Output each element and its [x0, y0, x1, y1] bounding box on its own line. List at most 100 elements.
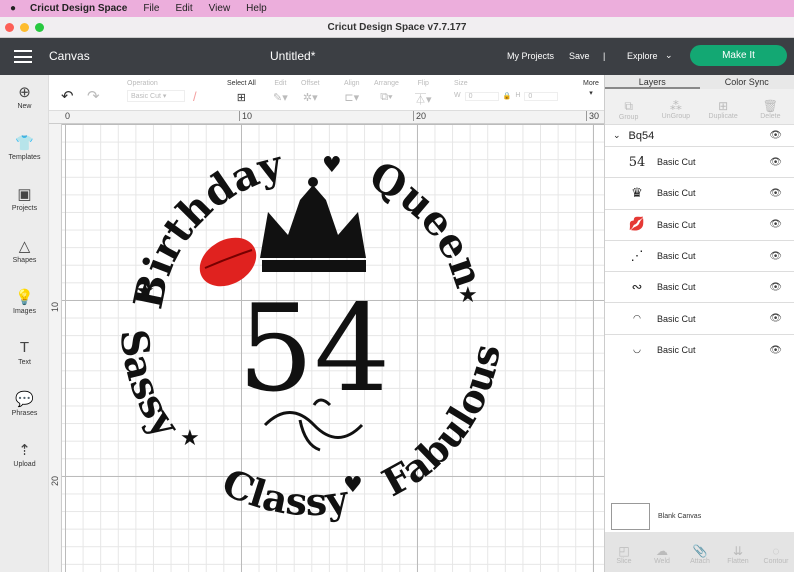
- layer-item[interactable]: ∾ Basic Cut 👁: [605, 272, 794, 304]
- sidebar-new[interactable]: ⊕ New: [0, 83, 49, 110]
- minimize-button[interactable]: [20, 23, 29, 32]
- layer-item[interactable]: ◜◝ Basic Cut 👁: [605, 303, 794, 335]
- sidebar-label: Upload: [13, 461, 36, 468]
- layer-item[interactable]: ♛ Basic Cut 👁: [605, 178, 794, 210]
- layer-label: Basic Cut: [657, 313, 696, 324]
- eye-icon[interactable]: 👁: [769, 313, 782, 324]
- layer-thumbnail: 💋: [628, 217, 646, 233]
- layer-group[interactable]: ⌄ Bq54 👁: [605, 125, 794, 147]
- arrange-button[interactable]: Arrange ⧉▾: [374, 80, 399, 104]
- sidebar-text[interactable]: T Text: [0, 339, 49, 366]
- birthday-queen-design[interactable]: Birthday Queen Sassy Classy Fabulous 54 …: [62, 124, 604, 572]
- classy-text[interactable]: Classy: [216, 459, 352, 524]
- make-it-button[interactable]: Make It: [690, 45, 787, 66]
- sidebar-upload[interactable]: ⇡ Upload: [0, 441, 49, 468]
- eye-icon[interactable]: 👁: [769, 130, 782, 141]
- top-ruler: 0 10 20 30: [49, 111, 604, 124]
- edit-toolbar: ↶ ↷ Operation Basic Cut ▾ / Select All ⊞ …: [49, 75, 604, 111]
- layer-item[interactable]: ⋰ Basic Cut 👁: [605, 241, 794, 273]
- eye-icon[interactable]: 👁: [769, 251, 782, 262]
- menu-file[interactable]: File: [143, 3, 159, 14]
- eye-icon[interactable]: 👁: [769, 188, 782, 199]
- flip-button[interactable]: Flip ⏄▾: [415, 80, 432, 107]
- tab-color-sync[interactable]: Color Sync: [700, 75, 794, 89]
- close-button[interactable]: [5, 23, 14, 32]
- save-button[interactable]: Save: [569, 51, 590, 61]
- my-projects-link[interactable]: My Projects: [507, 51, 554, 61]
- app-header: Canvas Untitled* My Projects Save | Expl…: [0, 38, 794, 75]
- sidebar-templates[interactable]: 👕 Templates: [0, 134, 49, 161]
- apple-icon[interactable]: ●: [10, 3, 16, 14]
- chevron-down-icon[interactable]: ⌄: [665, 50, 673, 61]
- layer-item[interactable]: ◟◞ Basic Cut 👁: [605, 335, 794, 366]
- linetype-color-swatch[interactable]: /: [193, 89, 197, 104]
- queen-text[interactable]: Queen: [362, 152, 493, 293]
- align-button[interactable]: Align ⊏▾: [344, 80, 360, 104]
- arrange-icon: ⧉▾: [380, 91, 393, 103]
- layer-item[interactable]: 💋 Basic Cut 👁: [605, 210, 794, 241]
- group-button[interactable]: ⧉ Group: [605, 89, 652, 124]
- slice-button[interactable]: ◰ Slice: [605, 532, 643, 572]
- weld-label: Weld: [654, 558, 670, 565]
- crown-icon[interactable]: [260, 177, 366, 272]
- layer-label: Basic Cut: [657, 157, 696, 168]
- eye-icon[interactable]: 👁: [769, 157, 782, 168]
- undo-button[interactable]: ↶: [61, 87, 74, 105]
- upload-icon: ⇡: [18, 442, 31, 459]
- contour-button[interactable]: ◌ Contour: [757, 532, 794, 572]
- layer-thumbnail: ⋰: [630, 248, 644, 264]
- ungroup-button[interactable]: ⁂ UnGroup: [652, 89, 699, 124]
- number-54[interactable]: 54: [238, 280, 391, 419]
- edit-button[interactable]: Edit ✎▾: [273, 80, 288, 104]
- mac-menubar: ● Cricut Design Space File Edit View Hel…: [0, 0, 794, 17]
- flip-label: Flip: [417, 80, 429, 87]
- width-input[interactable]: 0: [464, 92, 499, 101]
- sidebar-images[interactable]: 💡 Images: [0, 288, 49, 315]
- hamburger-menu-icon[interactable]: [14, 50, 32, 63]
- sidebar-label: Templates: [8, 154, 41, 161]
- app-menu[interactable]: Cricut Design Space: [30, 3, 127, 14]
- select-all-button[interactable]: Select All ⊞: [227, 80, 256, 104]
- height-input[interactable]: 0: [524, 92, 559, 101]
- redo-button[interactable]: ↷: [87, 87, 100, 105]
- sidebar-projects[interactable]: ▣ Projects: [0, 185, 49, 212]
- duplicate-button[interactable]: ⊞ Duplicate: [700, 89, 747, 124]
- flatten-button[interactable]: ⇊ Flatten: [719, 532, 757, 572]
- menu-help[interactable]: Help: [246, 3, 267, 14]
- more-button[interactable]: More ▾: [583, 80, 599, 97]
- chevron-down-icon[interactable]: ⌄: [613, 130, 621, 141]
- select-all-label: Select All: [227, 80, 256, 87]
- operation-value: Basic Cut: [131, 93, 161, 100]
- offset-button[interactable]: Offset ✲▾: [301, 80, 320, 104]
- offset-icon: ✲▾: [302, 92, 318, 104]
- attach-label: Attach: [690, 558, 710, 565]
- window-title: Cricut Design Space v7.7.177: [327, 22, 467, 33]
- weld-button[interactable]: ☁ Weld: [643, 532, 681, 572]
- lock-icon[interactable]: 🔒: [503, 92, 512, 101]
- sidebar-label: Projects: [11, 205, 38, 212]
- ruler-tick: 20: [413, 111, 426, 121]
- sidebar-phrases[interactable]: 💬 Phrases: [0, 390, 49, 417]
- zoom-button[interactable]: [35, 23, 44, 32]
- star-icon: ★: [135, 279, 155, 304]
- eye-icon[interactable]: 👁: [769, 219, 782, 230]
- eye-icon[interactable]: 👁: [769, 345, 782, 356]
- layer-thumbnail: 54: [628, 154, 646, 170]
- menu-edit[interactable]: Edit: [175, 3, 192, 14]
- delete-button[interactable]: 🗑 Delete: [747, 89, 794, 124]
- document-title[interactable]: Untitled*: [270, 49, 315, 63]
- fabulous-text[interactable]: Fabulous: [375, 341, 509, 505]
- align-label: Align: [344, 80, 360, 87]
- sidebar-shapes[interactable]: △ Shapes: [0, 237, 49, 264]
- operation-select[interactable]: Basic Cut ▾: [127, 90, 185, 102]
- eye-icon[interactable]: 👁: [769, 282, 782, 293]
- blank-canvas-item[interactable]: Blank Canvas: [605, 500, 794, 532]
- attach-button[interactable]: 📎 Attach: [681, 532, 719, 572]
- canvas-color-swatch[interactable]: [611, 502, 650, 530]
- explore-menu[interactable]: Explore: [627, 51, 658, 61]
- layer-item[interactable]: 54 Basic Cut 👁: [605, 147, 794, 179]
- sassy-text[interactable]: Sassy: [112, 327, 190, 445]
- tab-layers[interactable]: Layers: [605, 75, 700, 89]
- menu-view[interactable]: View: [209, 3, 231, 14]
- design-canvas[interactable]: Birthday Queen Sassy Classy Fabulous 54 …: [62, 124, 604, 572]
